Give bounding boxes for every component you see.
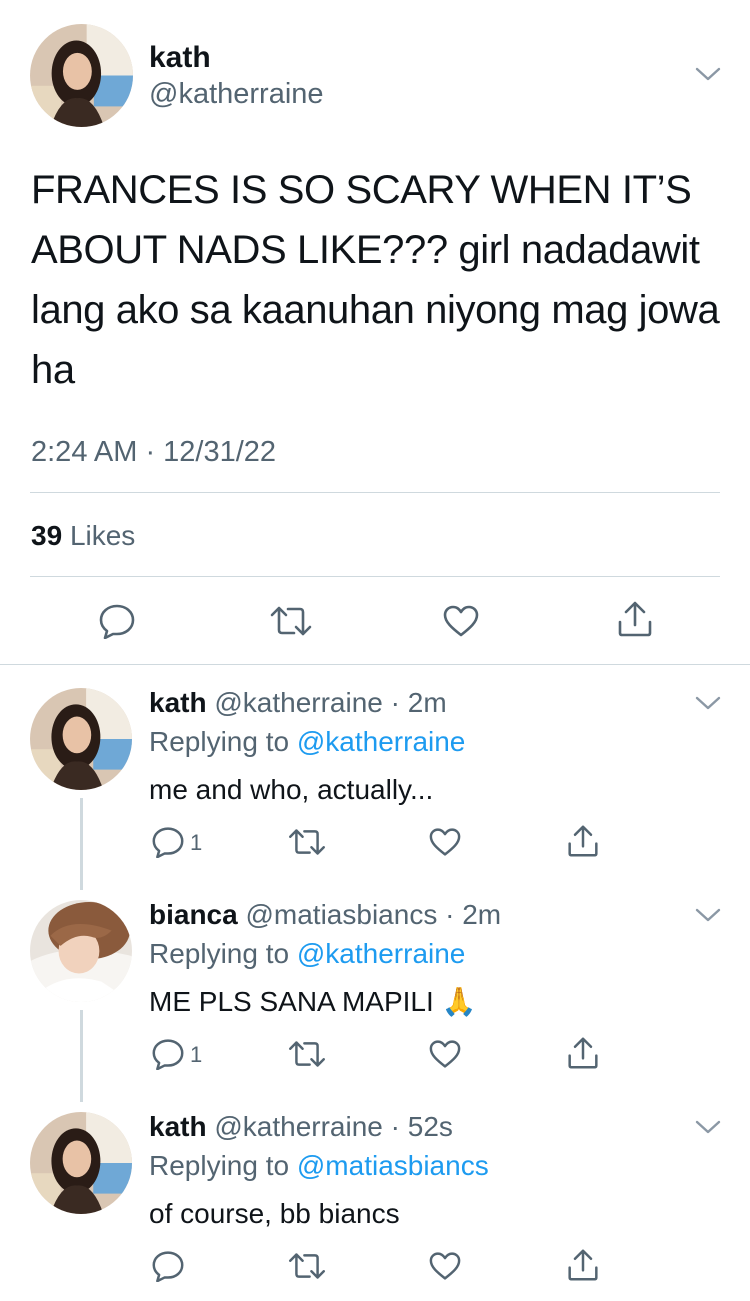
replying-label: Replying to [149, 938, 290, 969]
replying-label: Replying to [149, 1150, 290, 1181]
reply-count: 1 [190, 1042, 203, 1067]
thread-line [80, 798, 83, 890]
retweet-icon[interactable] [288, 1039, 326, 1069]
share-icon[interactable] [567, 824, 599, 858]
reply-icon[interactable] [151, 1250, 185, 1282]
share-icon[interactable] [567, 1248, 599, 1282]
reply-count: 1 [190, 830, 203, 855]
chevron-down-icon[interactable] [694, 694, 722, 712]
reply-header: kath @katherraine · 2m [149, 686, 447, 720]
handle-time[interactable]: @matiasbiancs · 2m [245, 899, 501, 930]
reply-text: of course, bb biancs [149, 1198, 400, 1229]
replying-label: Replying to [149, 726, 290, 757]
replying-to: Replying to @matiasbiancs [149, 1149, 489, 1183]
share-icon[interactable] [617, 600, 653, 638]
display-name[interactable]: kath [149, 1111, 207, 1142]
share-icon[interactable] [567, 1036, 599, 1070]
chevron-down-icon[interactable] [694, 65, 722, 83]
tweet-text: FRANCES IS SO SCARY WHEN IT’S ABOUT NADS… [31, 168, 720, 392]
avatar[interactable] [30, 688, 132, 790]
handle-time[interactable]: @katherraine · 52s [214, 1111, 453, 1142]
likes-label: Likes [69, 520, 136, 551]
divider [30, 576, 720, 577]
thread-line [80, 1010, 83, 1102]
replying-to-link[interactable]: @matiasbiancs [297, 1150, 489, 1181]
like-icon[interactable] [428, 1039, 462, 1069]
user-handle[interactable]: @katherraine [149, 77, 324, 111]
avatar[interactable] [30, 1112, 132, 1214]
display-name[interactable]: bianca [149, 899, 238, 930]
reply-header: bianca @matiasbiancs · 2m [149, 898, 501, 932]
display-name[interactable]: kath [149, 687, 207, 718]
likes-count: 39 [31, 520, 63, 551]
reply-text: ME PLS SANA MAPILI 🙏 [149, 986, 477, 1017]
chevron-down-icon[interactable] [694, 906, 722, 924]
avatar[interactable] [30, 900, 132, 1002]
replying-to-link[interactable]: @katherraine [297, 726, 466, 757]
likes-stat[interactable]: 39 Likes [31, 517, 135, 555]
reply-text: me and who, actually... [149, 774, 434, 805]
divider [30, 492, 720, 493]
replying-to-link[interactable]: @katherraine [297, 938, 466, 969]
replying-to: Replying to @katherraine [149, 937, 465, 971]
reply-icon[interactable] [151, 1038, 185, 1070]
display-name[interactable]: kath [149, 40, 211, 76]
replying-to: Replying to @katherraine [149, 725, 465, 759]
reply-icon[interactable] [151, 826, 185, 858]
tweet-timestamp[interactable]: 2:24 AM · 12/31/22 [31, 432, 276, 472]
like-icon[interactable] [442, 604, 480, 638]
like-icon[interactable] [428, 827, 462, 857]
reply-icon[interactable] [98, 603, 136, 639]
reply-header: kath @katherraine · 52s [149, 1110, 453, 1144]
handle-time[interactable]: @katherraine · 2m [214, 687, 446, 718]
chevron-down-icon[interactable] [694, 1118, 722, 1136]
divider [0, 664, 750, 665]
like-icon[interactable] [428, 1251, 462, 1281]
retweet-icon[interactable] [288, 827, 326, 857]
retweet-icon[interactable] [270, 604, 312, 638]
retweet-icon[interactable] [288, 1251, 326, 1281]
avatar[interactable] [30, 24, 133, 127]
